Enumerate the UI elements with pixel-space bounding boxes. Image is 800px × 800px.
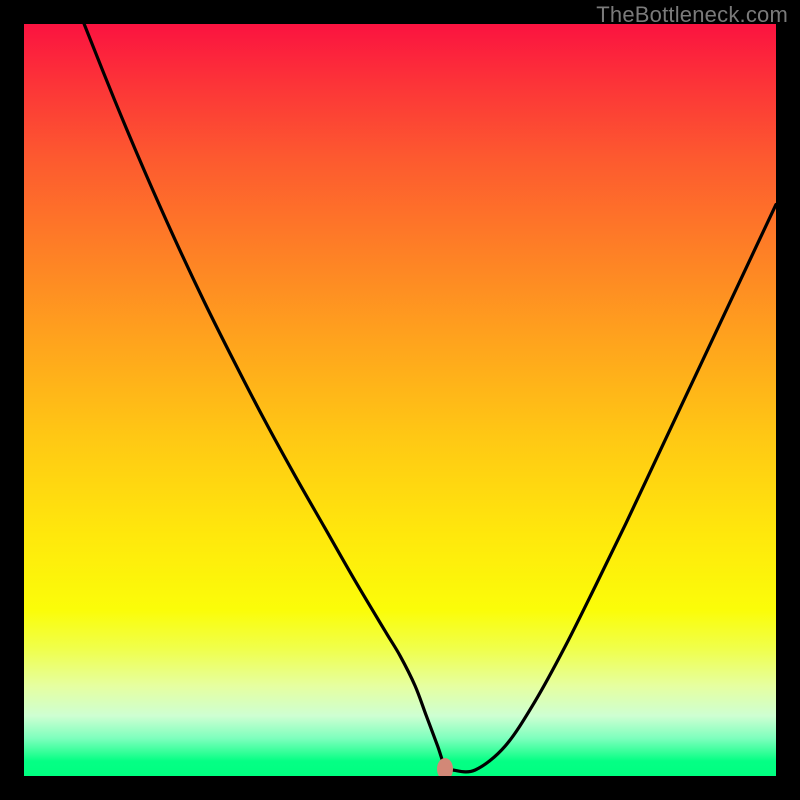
chart-frame: TheBottleneck.com [0, 0, 800, 800]
plot-area [24, 24, 776, 776]
watermark-text: TheBottleneck.com [596, 2, 788, 28]
optimal-point-marker [437, 758, 453, 776]
bottleneck-curve [24, 24, 776, 776]
